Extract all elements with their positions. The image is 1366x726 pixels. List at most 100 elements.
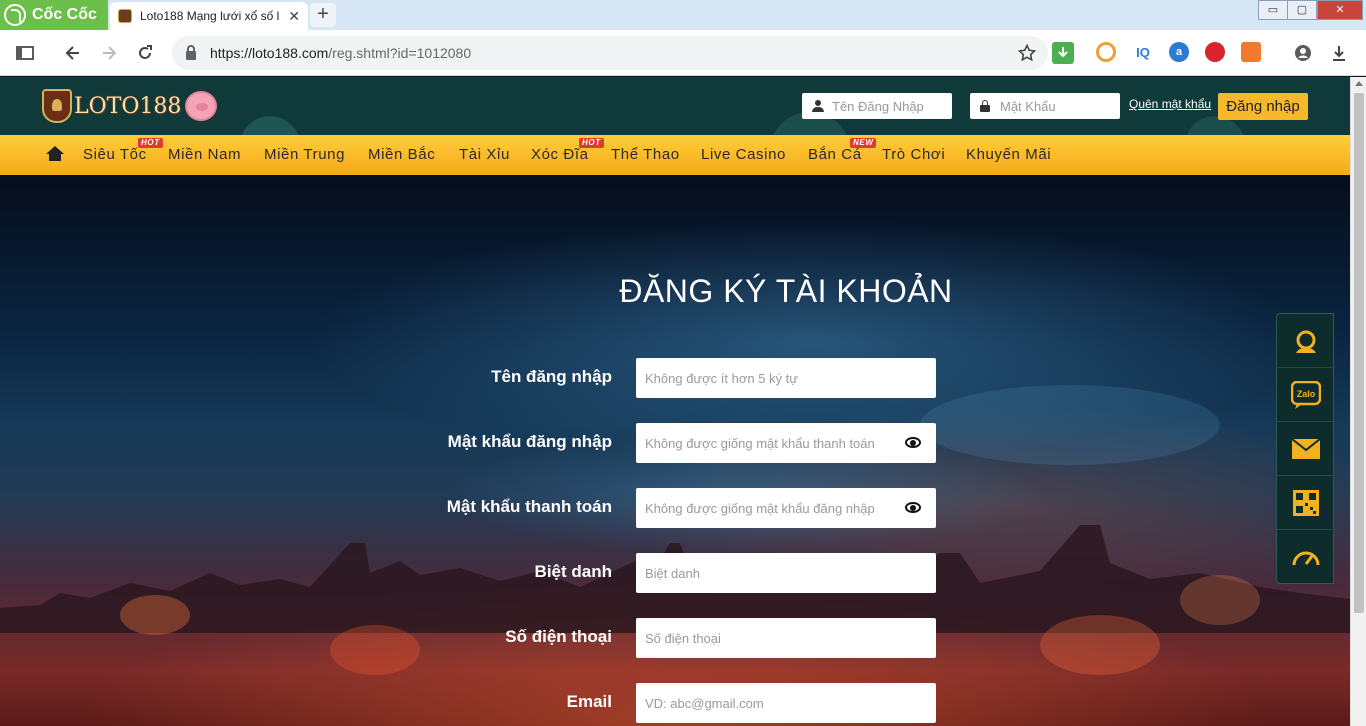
site-header: LOTO188 Tên Đăng Nhập Mật Khẩu Quên mật … [0,77,1350,135]
background-tab[interactable] [718,6,938,24]
page-scrollbar[interactable] [1350,77,1366,726]
login-button[interactable]: Đăng nhập [1218,93,1308,120]
address-bar[interactable]: https://loto188.com/reg.shtml?id=1012080 [172,36,1048,70]
register-nickname-input[interactable]: Biệt danh [636,553,936,593]
logo-text: LOTO188 [74,93,182,119]
hot-badge: HOT [579,138,604,148]
forward-icon[interactable] [98,42,120,64]
forgot-password-link[interactable]: Quên mật khẩu [1129,97,1211,111]
nav-item-mien-bac[interactable]: Miền Bắc [368,146,435,163]
sidebar-toggle-icon[interactable] [14,42,36,64]
phone-label: Số điện thoại [505,627,612,646]
page-content: LOTO188 Tên Đăng Nhập Mật Khẩu Quên mật … [0,77,1350,726]
support-icon [1296,330,1316,353]
login-password-label: Mật khẩu đăng nhập [447,432,612,451]
back-icon[interactable] [62,42,84,64]
register-login-password-input[interactable]: Không được giống mật khẩu thanh toán [636,423,936,463]
browser-tab-bar: Cốc Cốc Loto188 Mạng lưới xổ số l ✕ + ▭ … [0,0,1366,30]
tab-title: Loto188 Mạng lưới xổ số l [140,9,280,23]
browser-brand-label: Cốc Cốc [32,6,97,23]
reload-icon[interactable] [134,42,156,64]
zalo-icon: Zalo [1291,380,1321,409]
nav-item-tro-choi[interactable]: Trò Chơi [882,146,945,163]
minimize-button[interactable]: ▭ [1258,0,1288,20]
browser-brand[interactable]: Cốc Cốc [0,0,108,30]
account-icon[interactable] [1292,42,1314,64]
url-path: /reg.shtml?id=1012080 [328,45,472,61]
payment-password-label: Mật khẩu thanh toán [446,497,612,516]
extension-m-icon[interactable] [1241,42,1261,62]
register-nickname-placeholder: Biệt danh [645,565,700,581]
username-label: Tên đăng nhập [491,367,612,386]
user-icon [812,100,824,112]
nickname-label: Biệt danh [534,562,612,581]
bokeh-light [920,385,1220,465]
new-tab-button[interactable]: + [310,3,336,27]
support-button[interactable] [1277,314,1335,368]
side-contact-widget: Zalo [1276,313,1335,584]
tab-active[interactable]: Loto188 Mạng lưới xổ số l ✕ [110,2,308,30]
password-input[interactable]: Mật Khẩu [970,93,1120,119]
register-phone-input[interactable]: Số điện thoại [636,618,936,658]
browser-toolbar: https://loto188.com/reg.shtml?id=1012080… [0,30,1366,76]
page-title: ĐĂNG KÝ TÀI KHOẢN [619,273,953,309]
site-logo[interactable]: LOTO188 [42,87,218,125]
site-favicon-icon [118,9,132,23]
show-password-eye-icon[interactable] [905,502,921,513]
nav-item-xoc-dia[interactable]: Xóc Đĩa HOT [531,138,604,163]
nav-item-mien-nam[interactable]: Miền Nam [168,146,241,163]
nav-item-label: Xóc Đĩa [531,146,589,163]
background-tab[interactable] [953,6,1153,24]
register-email-input[interactable]: VD: abc@gmail.com [636,683,936,723]
extension-iq-icon[interactable]: IQ [1133,42,1153,62]
register-payment-password-placeholder: Không được giống mật khẩu đăng nhập [645,500,875,516]
extension-a-icon[interactable]: a [1169,42,1189,62]
close-window-button[interactable]: ✕ [1317,0,1363,20]
register-username-input[interactable]: Không được ít hơn 5 ký tự [636,358,936,398]
nav-item-ban-ca[interactable]: Bắn Cá NEW [808,138,877,163]
maximize-button[interactable]: ▢ [1287,0,1317,20]
coccoc-logo-icon [4,4,26,26]
home-icon[interactable] [46,146,64,162]
register-email-placeholder: VD: abc@gmail.com [645,695,764,711]
background-tab[interactable] [488,6,688,24]
register-payment-password-input[interactable]: Không được giống mật khẩu đăng nhập [636,488,936,528]
lock-icon [980,100,990,112]
lock-icon [186,44,196,60]
logo-shield-icon [42,89,72,123]
new-badge: NEW [850,138,877,148]
qr-code-icon [1293,489,1319,516]
speedometer-icon [1292,551,1320,566]
show-password-eye-icon[interactable] [905,437,921,448]
nav-item-label: Bắn Cá [808,146,862,163]
zalo-button[interactable]: Zalo [1277,368,1335,422]
nav-item-mien-trung[interactable]: Miền Trung [264,146,345,163]
scroll-up-arrow-icon[interactable] [1355,81,1363,86]
main-nav: Siêu Tốc HOT Miền Nam Miền Trung Miền Bắc… [0,135,1350,175]
tab-close-icon[interactable]: ✕ [288,8,300,25]
download-page-icon[interactable] [1052,42,1074,64]
bookmark-star-icon[interactable] [1016,42,1038,64]
username-placeholder: Tên Đăng Nhập [832,98,924,114]
bokeh-light [1040,615,1160,675]
scrollbar-thumb[interactable] [1354,93,1364,613]
register-phone-placeholder: Số điện thoại [645,630,721,646]
extension-chrome-icon[interactable] [1096,42,1116,62]
url-host: https://loto188.com [210,45,329,61]
mail-icon [1291,437,1321,459]
username-input[interactable]: Tên Đăng Nhập [802,93,952,119]
email-label: Email [566,692,612,711]
pinterest-icon[interactable] [1205,42,1225,62]
background-tab[interactable] [345,6,475,24]
speed-test-button[interactable] [1277,530,1335,584]
mail-button[interactable] [1277,422,1335,476]
nav-item-sieu-toc[interactable]: Siêu Tốc HOT [83,138,163,163]
register-login-password-placeholder: Không được giống mật khẩu thanh toán [645,435,875,451]
zalo-text: Zalo [1297,389,1316,399]
nav-item-the-thao[interactable]: Thể Thao [611,146,680,163]
nav-item-khuyen-mai[interactable]: Khuyến Mãi [966,146,1051,163]
qr-code-button[interactable] [1277,476,1335,530]
downloads-icon[interactable] [1328,42,1350,64]
nav-item-tai-xiu[interactable]: Tài Xỉu [459,146,510,163]
nav-item-live-casino[interactable]: Live Casino [701,146,786,163]
